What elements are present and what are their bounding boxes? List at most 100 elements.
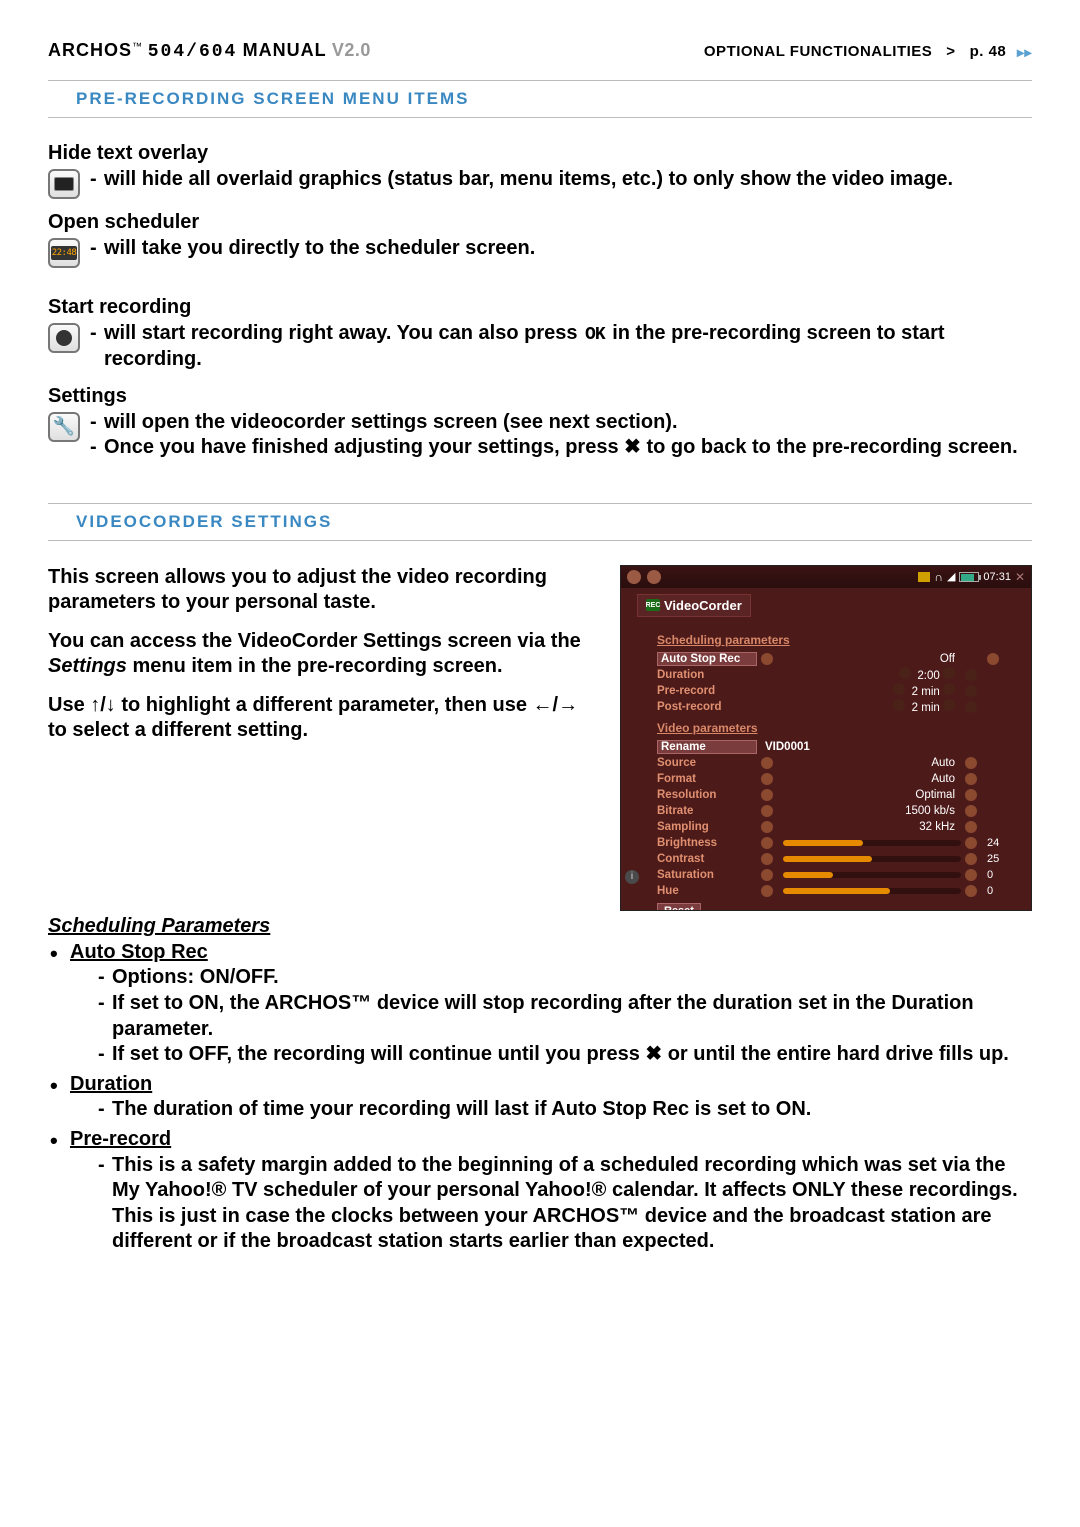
param-name: Pre-record xyxy=(70,1128,171,1150)
param-desc: The duration of time your recording will… xyxy=(112,1097,1032,1123)
vc-row-contrast: Contrast 25 xyxy=(657,851,1007,867)
intro-p3: Use ↑/↓ to highlight a different paramet… xyxy=(48,693,600,743)
rec-badge-icon: REC xyxy=(646,599,660,611)
item-title: Hide text overlay xyxy=(48,142,1032,165)
vc-row-bitrate: Bitrate 1500 kb/s xyxy=(657,803,1007,819)
vc-window-title: REC VideoCorder xyxy=(637,594,751,617)
param-auto-stop-rec: Auto Stop Rec - Options: ON/OFF. - If se… xyxy=(70,940,1032,1068)
dash-icon: - xyxy=(90,236,104,262)
dash-icon: - xyxy=(98,1097,112,1123)
param-desc: This is a safety margin added to the beg… xyxy=(112,1153,1032,1255)
item-title: Settings xyxy=(48,385,1032,408)
vc-row-resolution: Resolution Optimal xyxy=(657,787,1007,803)
close-icon: ✕ xyxy=(1015,570,1025,584)
breadcrumb-sep: > xyxy=(946,43,955,60)
help-icon xyxy=(965,669,977,681)
item-title: Start recording xyxy=(48,296,1032,319)
help-icon xyxy=(965,685,977,697)
param-desc: If set to OFF, the recording will contin… xyxy=(112,1042,1032,1068)
right-arrow-icon xyxy=(987,653,999,665)
vc-row-saturation: Saturation 0 xyxy=(657,867,1007,883)
item-desc: will start recording right away. You can… xyxy=(104,321,1032,373)
settings-icon xyxy=(647,570,661,584)
vc-section-scheduling: Scheduling parameters xyxy=(657,633,1007,647)
help-icon xyxy=(965,701,977,713)
slider-track xyxy=(783,856,961,862)
vc-time: 07:31 xyxy=(983,571,1011,583)
menu-item-start-recording: Start recording - will start recording r… xyxy=(48,296,1032,373)
slider-track xyxy=(783,840,961,846)
param-name: Duration xyxy=(70,1073,152,1095)
intro-text: This screen allows you to adjust the vid… xyxy=(48,565,600,757)
dash-icon: - xyxy=(90,435,104,461)
item-desc: will hide all overlaid graphics (status … xyxy=(104,167,1032,193)
brand-logo: ARCHOS xyxy=(48,40,132,60)
vc-section-video: Video parameters xyxy=(657,721,1007,735)
vc-reset-button: Reset xyxy=(657,903,701,911)
vc-row-rename: Rename VID0001 xyxy=(657,739,1007,755)
dash-icon: - xyxy=(98,991,112,1042)
status-icon xyxy=(918,572,930,582)
slider-track xyxy=(783,872,961,878)
vc-row-duration: Duration 2:00 xyxy=(657,667,1007,683)
menu-item-settings: Settings 🔧 - will open the videocorder s… xyxy=(48,385,1032,461)
version-label: V2.0 xyxy=(332,40,371,60)
menu-item-hide-overlay: Hide text overlay - will hide all overla… xyxy=(48,142,1032,199)
page-number: p. 48 xyxy=(970,43,1007,60)
trademark: ™ xyxy=(132,41,143,52)
manual-word: MANUAL xyxy=(243,40,327,60)
scheduling-params-heading: Scheduling Parameters xyxy=(48,915,1032,938)
left-arrow-icon xyxy=(761,653,773,665)
screen-icon xyxy=(48,169,80,199)
info-icon: i xyxy=(625,870,639,884)
headphones-icon: ∩ xyxy=(934,570,943,584)
param-desc: If set to ON, the ARCHOS™ device will st… xyxy=(112,991,1032,1042)
item-desc: will open the videocorder settings scree… xyxy=(104,410,1032,436)
menu-item-open-scheduler: Open scheduler 22:48 - will take you dir… xyxy=(48,211,1032,268)
vc-row-prerecord: Pre-record 2 min xyxy=(657,683,1007,699)
record-icon xyxy=(48,323,80,353)
dash-icon: - xyxy=(98,1153,112,1255)
slider-track xyxy=(783,888,961,894)
ok-button-glyph: OK xyxy=(583,324,607,347)
model-number: 504/604 xyxy=(148,42,238,62)
section-title-prerecording: PRE-RECORDING SCREEN MENU ITEMS xyxy=(58,89,1022,109)
intro-p1: This screen allows you to adjust the vid… xyxy=(48,565,600,615)
nav-icon xyxy=(627,570,641,584)
section-divider: PRE-RECORDING SCREEN MENU ITEMS xyxy=(48,80,1032,118)
vc-row-autostop: Auto Stop Rec Off xyxy=(657,651,1007,667)
vc-row-hue: Hue 0 xyxy=(657,883,1007,899)
item-desc: Once you have finished adjusting your se… xyxy=(104,435,1032,461)
vc-row-source: Source Auto xyxy=(657,755,1007,771)
vc-row-brightness: Brightness 24 xyxy=(657,835,1007,851)
forward-icon: ▸▸ xyxy=(1017,44,1032,61)
page-header: ARCHOS™ 504/604 MANUAL V2.0 OPTIONAL FUN… xyxy=(48,40,1032,62)
breadcrumb-section: OPTIONAL FUNCTIONALITIES xyxy=(704,43,932,60)
battery-icon xyxy=(959,572,979,582)
videocorder-screenshot: ∩ ◢ 07:31 ✕ REC VideoCorder Scheduling p… xyxy=(620,565,1032,911)
header-right: OPTIONAL FUNCTIONALITIES > p. 48 ▸▸ xyxy=(704,43,1032,61)
vc-row-postrecord: Post-record 2 min xyxy=(657,699,1007,715)
item-desc: will take you directly to the scheduler … xyxy=(104,236,1032,262)
param-duration: Duration - The duration of time your rec… xyxy=(70,1072,1032,1123)
dash-icon: - xyxy=(90,410,104,436)
param-desc: Options: ON/OFF. xyxy=(112,965,1032,991)
dash-icon: - xyxy=(90,321,104,373)
item-title: Open scheduler xyxy=(48,211,1032,234)
param-pre-record: Pre-record - This is a safety margin add… xyxy=(70,1127,1032,1255)
vc-row-format: Format Auto xyxy=(657,771,1007,787)
header-left: ARCHOS™ 504/604 MANUAL V2.0 xyxy=(48,40,371,62)
vc-status-bar: ∩ ◢ 07:31 ✕ xyxy=(621,566,1031,588)
section-divider: VIDEOCORDER SETTINGS xyxy=(48,503,1032,541)
section-title-videocorder: VIDEOCORDER SETTINGS xyxy=(58,512,1022,532)
param-name: Auto Stop Rec xyxy=(70,941,208,963)
clock-icon: 22:48 xyxy=(48,238,80,268)
gear-icon: 🔧 xyxy=(48,412,80,442)
speaker-icon: ◢ xyxy=(947,570,955,583)
close-icon: ✖ xyxy=(624,436,641,458)
intro-p2: You can access the VideoCorder Settings … xyxy=(48,629,600,679)
close-icon: ✖ xyxy=(645,1043,662,1065)
dash-icon: - xyxy=(98,965,112,991)
dash-icon: - xyxy=(90,167,104,193)
dash-icon: - xyxy=(98,1042,112,1068)
